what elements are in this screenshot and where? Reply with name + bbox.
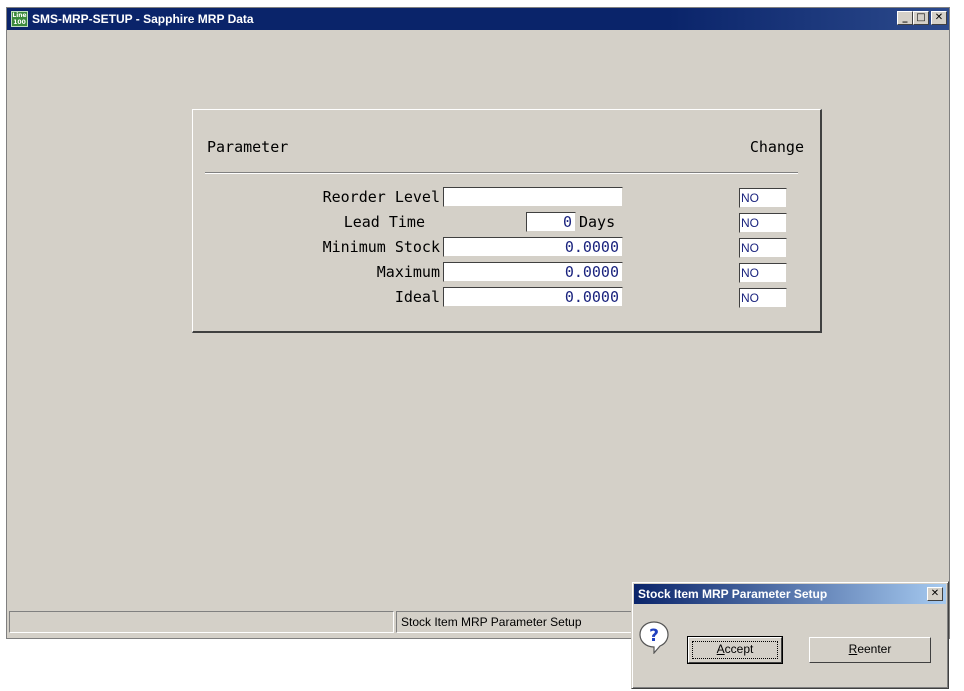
minimize-button[interactable]: _ — [897, 11, 913, 25]
title-bar: Line 100 SMS-MRP-SETUP - Sapphire MRP Da… — [7, 8, 949, 30]
question-icon: ? — [639, 621, 669, 654]
reenter-label: Reenter — [848, 642, 892, 656]
minimum-stock-label: Minimum Stock — [322, 238, 440, 256]
dialog-close-button[interactable]: ✕ — [927, 587, 943, 601]
ideal-label: Ideal — [394, 288, 440, 306]
lead-time-unit: Days — [579, 213, 616, 231]
dialog-title-bar: Stock Item MRP Parameter Setup ✕ — [634, 584, 946, 604]
app-icon-number: 100 — [13, 19, 26, 26]
close-icon: ✕ — [934, 12, 944, 23]
parameter-header: Parameter — [207, 138, 289, 156]
maximum-label: Maximum — [376, 263, 440, 281]
main-window: Line 100 SMS-MRP-SETUP - Sapphire MRP Da… — [6, 7, 950, 639]
reorder-level-label: Reorder Level — [322, 188, 440, 206]
minimum-stock-change[interactable]: NO — [739, 238, 787, 258]
reorder-level-field[interactable] — [443, 187, 623, 207]
close-icon: ✕ — [930, 588, 940, 599]
confirm-dialog: Stock Item MRP Parameter Setup ✕ ? Accep… — [631, 581, 949, 689]
close-button[interactable]: ✕ — [931, 11, 947, 25]
minimum-stock-field[interactable]: 0.0000 — [443, 237, 623, 257]
dialog-title: Stock Item MRP Parameter Setup — [638, 587, 828, 601]
app-icon-line: Line — [12, 12, 27, 19]
parameter-panel: Parameter Change Reorder Level NO Lead T… — [192, 109, 822, 333]
header-divider — [205, 172, 798, 174]
ideal-change[interactable]: NO — [739, 288, 787, 308]
lead-time-change[interactable]: NO — [739, 213, 787, 233]
status-cell-left — [9, 611, 394, 633]
maximum-field[interactable]: 0.0000 — [443, 262, 623, 282]
reorder-level-change[interactable]: NO — [739, 188, 787, 208]
window-title: SMS-MRP-SETUP - Sapphire MRP Data — [32, 12, 254, 26]
maximize-icon: □ — [916, 12, 926, 23]
svg-text:?: ? — [649, 626, 659, 646]
app-icon: Line 100 — [11, 11, 28, 27]
maximum-change[interactable]: NO — [739, 263, 787, 283]
accept-button[interactable]: Accept — [687, 636, 783, 664]
change-header: Change — [749, 138, 804, 156]
ideal-field[interactable]: 0.0000 — [443, 287, 623, 307]
minimize-icon: _ — [902, 12, 908, 23]
maximize-button[interactable]: □ — [913, 11, 929, 25]
lead-time-field[interactable]: 0 — [526, 212, 576, 232]
focus-rect — [692, 641, 778, 659]
lead-time-label: Lead Time — [343, 213, 425, 231]
reenter-button[interactable]: Reenter — [809, 637, 931, 663]
